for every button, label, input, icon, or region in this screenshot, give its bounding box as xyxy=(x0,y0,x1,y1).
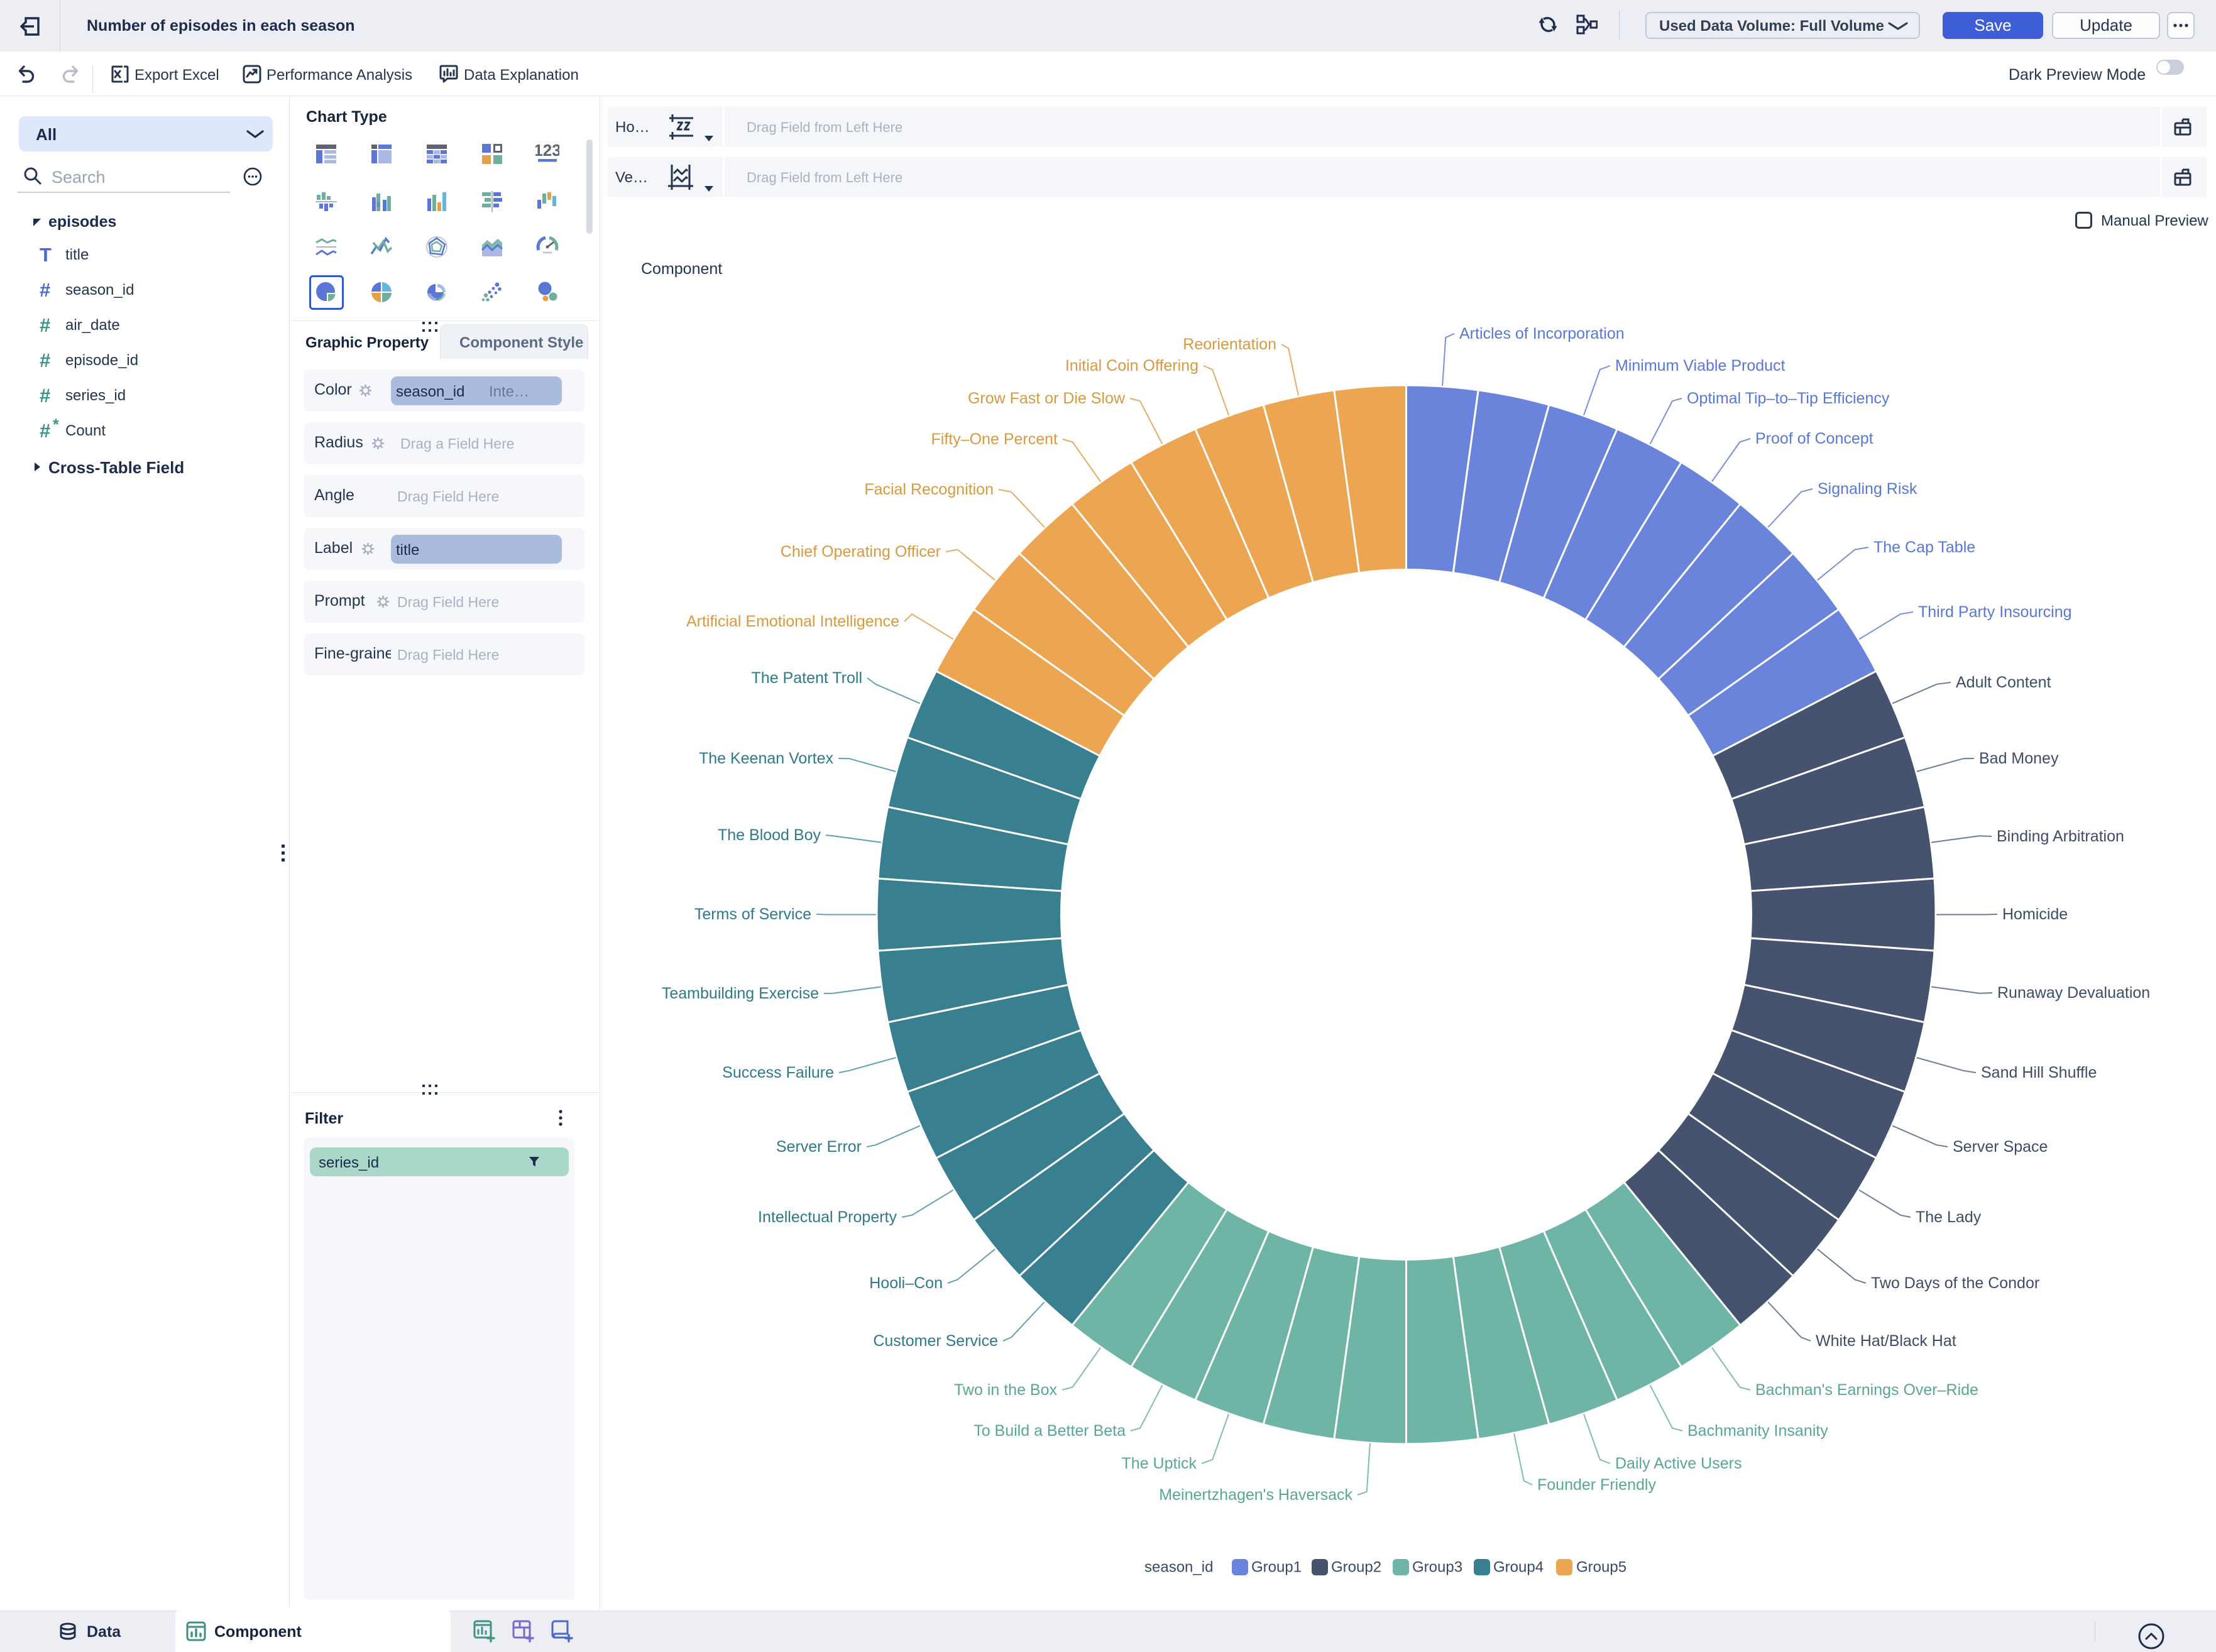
svg-text:The Patent Troll: The Patent Troll xyxy=(752,669,862,687)
svg-text:Artificial Emotional Intellige: Artificial Emotional Intelligence xyxy=(686,613,899,630)
svg-text:Signaling Risk: Signaling Risk xyxy=(1818,480,1917,498)
svg-text:The Uptick: The Uptick xyxy=(1122,1455,1197,1472)
svg-text:Daily Active Users: Daily Active Users xyxy=(1615,1455,1742,1472)
svg-text:The Keenan Vortex: The Keenan Vortex xyxy=(699,750,834,767)
svg-text:Binding Arbitration: Binding Arbitration xyxy=(1997,828,2124,845)
svg-text:Articles of Incorporation: Articles of Incorporation xyxy=(1459,325,1625,342)
svg-text:White Hat/Black Hat: White Hat/Black Hat xyxy=(1816,1332,1956,1350)
svg-text:Optimal Tip–to–Tip Efficiency: Optimal Tip–to–Tip Efficiency xyxy=(1687,390,1890,407)
svg-text:Teambuilding Exercise: Teambuilding Exercise xyxy=(662,985,819,1002)
svg-text:Group1: Group1 xyxy=(1251,1559,1302,1576)
svg-text:Runaway Devaluation: Runaway Devaluation xyxy=(1997,984,2150,1002)
svg-text:Group4: Group4 xyxy=(1493,1559,1544,1576)
svg-text:Homicide: Homicide xyxy=(2002,905,2068,923)
svg-text:Adult Content: Adult Content xyxy=(1956,674,2051,691)
svg-text:Fifty–One Percent: Fifty–One Percent xyxy=(931,430,1058,448)
svg-text:Group5: Group5 xyxy=(1576,1559,1626,1576)
svg-text:To Build a Better Beta: To Build a Better Beta xyxy=(974,1422,1126,1440)
svg-text:Group2: Group2 xyxy=(1331,1559,1381,1576)
svg-text:Two in the Box: Two in the Box xyxy=(954,1381,1057,1399)
svg-text:Bachman's Earnings Over–Ride: Bachman's Earnings Over–Ride xyxy=(1755,1381,1978,1399)
svg-text:Initial Coin Offering: Initial Coin Offering xyxy=(1065,357,1199,375)
svg-text:Meinertzhagen's Haversack: Meinertzhagen's Haversack xyxy=(1159,1486,1352,1504)
svg-text:Chief Operating Officer: Chief Operating Officer xyxy=(781,543,941,561)
svg-text:The Blood Boy: The Blood Boy xyxy=(718,826,821,844)
svg-text:Facial Recognition: Facial Recognition xyxy=(864,481,994,498)
svg-text:Bachmanity Insanity: Bachmanity Insanity xyxy=(1687,1422,1828,1440)
svg-text:Hooli–Con: Hooli–Con xyxy=(869,1274,943,1292)
svg-text:Founder Friendly: Founder Friendly xyxy=(1537,1476,1656,1494)
svg-text:Success Failure: Success Failure xyxy=(722,1064,834,1081)
svg-text:Terms of Service: Terms of Service xyxy=(694,905,811,923)
svg-text:Server Space: Server Space xyxy=(1953,1138,2048,1156)
svg-text:Intellectual Property: Intellectual Property xyxy=(758,1208,897,1226)
svg-text:Proof of Concept: Proof of Concept xyxy=(1755,430,1873,447)
svg-text:Group3: Group3 xyxy=(1412,1559,1462,1576)
svg-text:Two Days of the Condor: Two Days of the Condor xyxy=(1871,1274,2039,1292)
svg-text:Reorientation: Reorientation xyxy=(1183,336,1276,353)
svg-text:Minimum Viable Product: Minimum Viable Product xyxy=(1615,357,1785,375)
svg-text:season_id: season_id xyxy=(1144,1559,1213,1576)
svg-text:Third Party Insourcing: Third Party Insourcing xyxy=(1918,603,2072,621)
svg-text:The Cap Table: The Cap Table xyxy=(1873,539,1975,556)
svg-text:Bad Money: Bad Money xyxy=(1979,750,2059,767)
svg-text:Server Error: Server Error xyxy=(776,1138,862,1156)
svg-text:Grow Fast or Die Slow: Grow Fast or Die Slow xyxy=(968,390,1126,407)
svg-text:The Lady: The Lady xyxy=(1916,1208,1982,1226)
svg-text:Sand Hill Shuffle: Sand Hill Shuffle xyxy=(1981,1064,2097,1081)
svg-text:Customer Service: Customer Service xyxy=(873,1332,998,1350)
